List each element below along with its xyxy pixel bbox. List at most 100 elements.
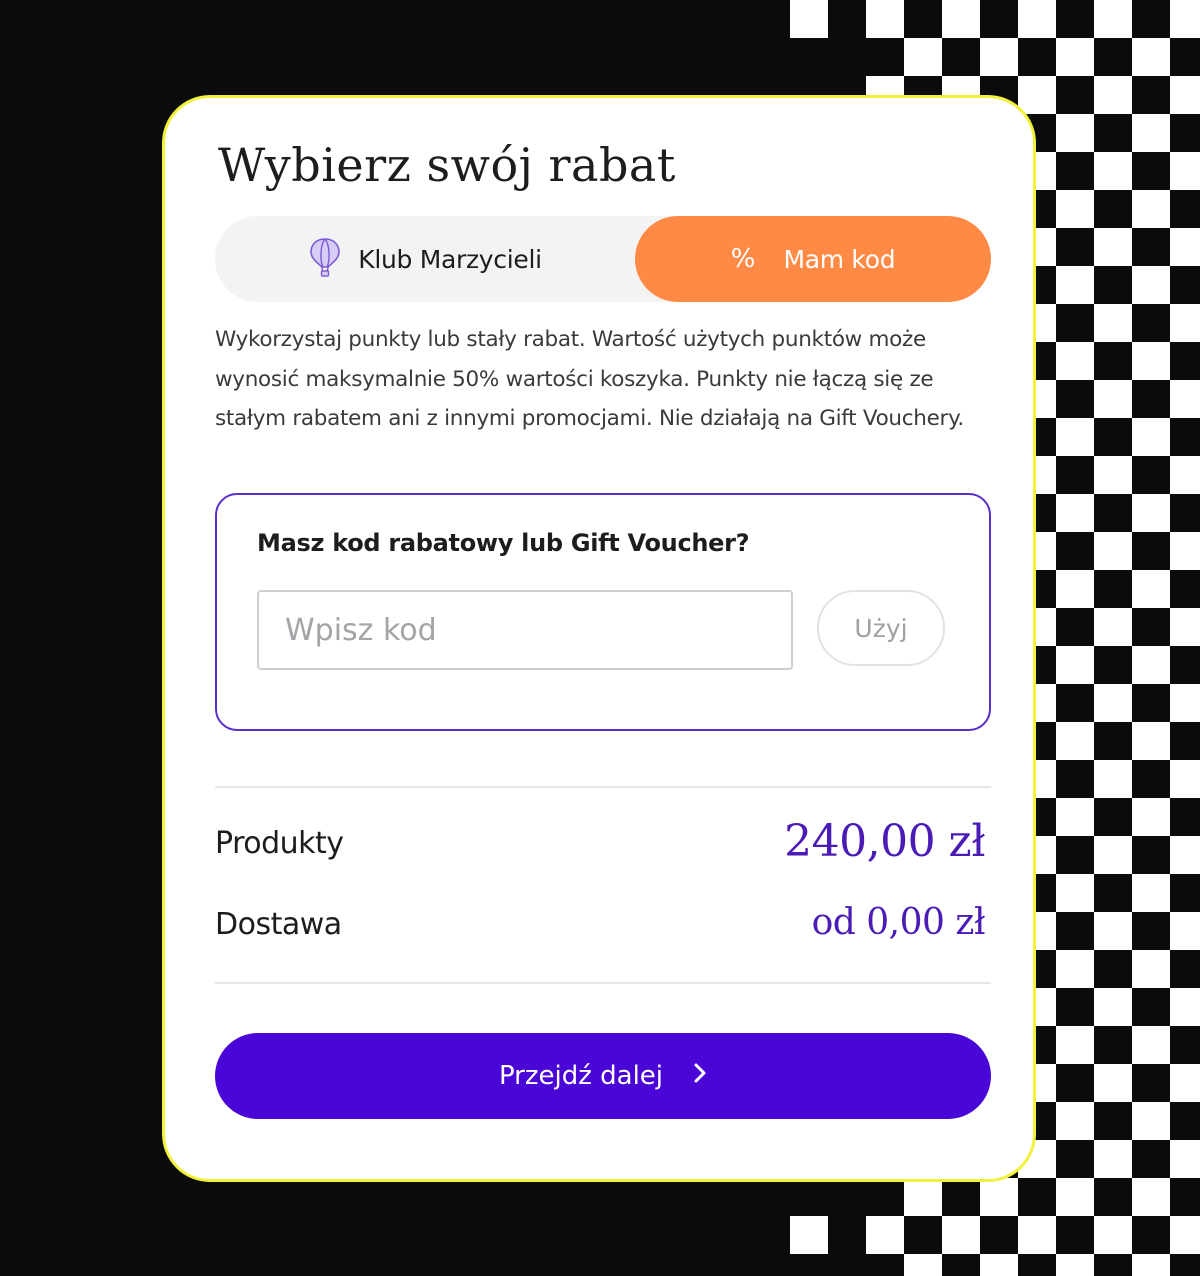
checker-square	[1132, 646, 1170, 684]
checker-square	[1170, 76, 1200, 114]
continue-label: Przejdź dalej	[498, 1061, 664, 1091]
checker-square	[1170, 988, 1200, 1026]
checker-square	[1056, 38, 1094, 76]
checker-square	[1170, 760, 1200, 798]
checker-square	[942, 0, 980, 38]
hot-air-balloon-icon	[308, 237, 342, 281]
checker-square	[1132, 38, 1170, 76]
checker-square	[1170, 912, 1200, 950]
checker-square	[1132, 418, 1170, 456]
divider	[215, 786, 991, 788]
continue-button[interactable]: Przejdź dalej	[215, 1033, 991, 1119]
checker-square	[1132, 874, 1170, 912]
checker-square	[1132, 1102, 1170, 1140]
checker-square	[1132, 1254, 1170, 1276]
checker-square	[1132, 722, 1170, 760]
promo-code-section: Masz kod rabatowy lub Gift Voucher? Użyj	[215, 493, 991, 731]
checker-square	[1170, 532, 1200, 570]
checker-square	[980, 1178, 1018, 1216]
tab-label: Mam kod	[783, 244, 896, 274]
checker-square	[1132, 1026, 1170, 1064]
checker-square	[1170, 228, 1200, 266]
checker-square	[1056, 266, 1094, 304]
checker-square	[1132, 570, 1170, 608]
checker-square	[980, 1254, 1018, 1276]
checker-square	[1056, 190, 1094, 228]
checker-square	[1094, 912, 1132, 950]
checker-square	[942, 1216, 980, 1254]
checker-square	[1056, 342, 1094, 380]
checker-square	[1056, 494, 1094, 532]
checker-square	[1056, 722, 1094, 760]
page-title: Wybierz swój rabat	[218, 138, 676, 192]
checker-square	[1170, 836, 1200, 874]
checker-square	[1132, 342, 1170, 380]
discount-description: Wykorzystaj punkty lub stały rabat. Wart…	[215, 327, 964, 431]
checker-square	[904, 1254, 942, 1276]
delivery-label: Dostawa	[215, 907, 342, 942]
checker-square	[980, 38, 1018, 76]
tab-label: Klub Marzycieli	[358, 244, 542, 274]
checker-square	[1094, 608, 1132, 646]
checker-square	[1170, 1216, 1200, 1254]
checker-square	[1132, 494, 1170, 532]
checker-square	[1170, 152, 1200, 190]
checker-square	[1056, 798, 1094, 836]
discount-mode-toggle: Klub Marzycieli % Mam kod	[215, 216, 991, 302]
discount-card: Wybierz swój rabat Klub Marzycieli % Mam…	[162, 95, 1036, 1182]
divider	[215, 982, 991, 984]
checker-square	[1170, 380, 1200, 418]
checker-square	[1132, 190, 1170, 228]
checker-square	[1056, 950, 1094, 988]
checker-square	[1170, 684, 1200, 722]
checker-square	[1132, 114, 1170, 152]
percent-icon: %	[730, 244, 756, 274]
checker-square	[1018, 0, 1056, 38]
checker-square	[1094, 988, 1132, 1026]
checker-square	[1170, 1064, 1200, 1102]
products-label: Produkty	[215, 826, 344, 861]
checker-square	[1132, 950, 1170, 988]
checker-square	[1094, 380, 1132, 418]
checker-square	[1094, 304, 1132, 342]
checker-square	[1170, 456, 1200, 494]
chevron-right-icon	[693, 1061, 707, 1091]
checker-square	[1170, 1140, 1200, 1178]
checker-square	[790, 1216, 828, 1254]
checker-square	[866, 0, 904, 38]
checker-square	[1094, 76, 1132, 114]
checker-square	[1170, 608, 1200, 646]
checker-square	[1094, 0, 1132, 38]
checker-square	[1056, 1102, 1094, 1140]
promo-code-title: Masz kod rabatowy lub Gift Voucher?	[257, 529, 750, 557]
checker-square	[1056, 570, 1094, 608]
delivery-price: od 0,00 zł	[811, 902, 986, 943]
checker-square	[1094, 152, 1132, 190]
apply-code-button[interactable]: Użyj	[817, 590, 945, 666]
checker-square	[1094, 760, 1132, 798]
checker-square	[1056, 1026, 1094, 1064]
checker-square	[904, 38, 942, 76]
checker-square	[1056, 1178, 1094, 1216]
checker-square	[1056, 114, 1094, 152]
tab-klub-marzycieli[interactable]: Klub Marzycieli	[215, 216, 635, 302]
checker-square	[1170, 304, 1200, 342]
checker-square	[1018, 1216, 1056, 1254]
promo-code-input[interactable]	[257, 590, 793, 670]
checker-square	[1056, 418, 1094, 456]
checker-square	[790, 0, 828, 38]
checker-square	[904, 1178, 942, 1216]
checker-square	[1094, 1216, 1132, 1254]
checker-square	[1132, 1178, 1170, 1216]
checker-square	[1094, 1064, 1132, 1102]
checker-square	[866, 1216, 904, 1254]
checker-square	[1094, 456, 1132, 494]
products-price: 240,00 zł	[784, 816, 985, 867]
checker-square	[1132, 798, 1170, 836]
checker-square	[1094, 836, 1132, 874]
tab-mam-kod[interactable]: % Mam kod	[635, 216, 991, 302]
checker-square	[1056, 1254, 1094, 1276]
checker-square	[1094, 684, 1132, 722]
checker-square	[1094, 228, 1132, 266]
checker-square	[1094, 1140, 1132, 1178]
